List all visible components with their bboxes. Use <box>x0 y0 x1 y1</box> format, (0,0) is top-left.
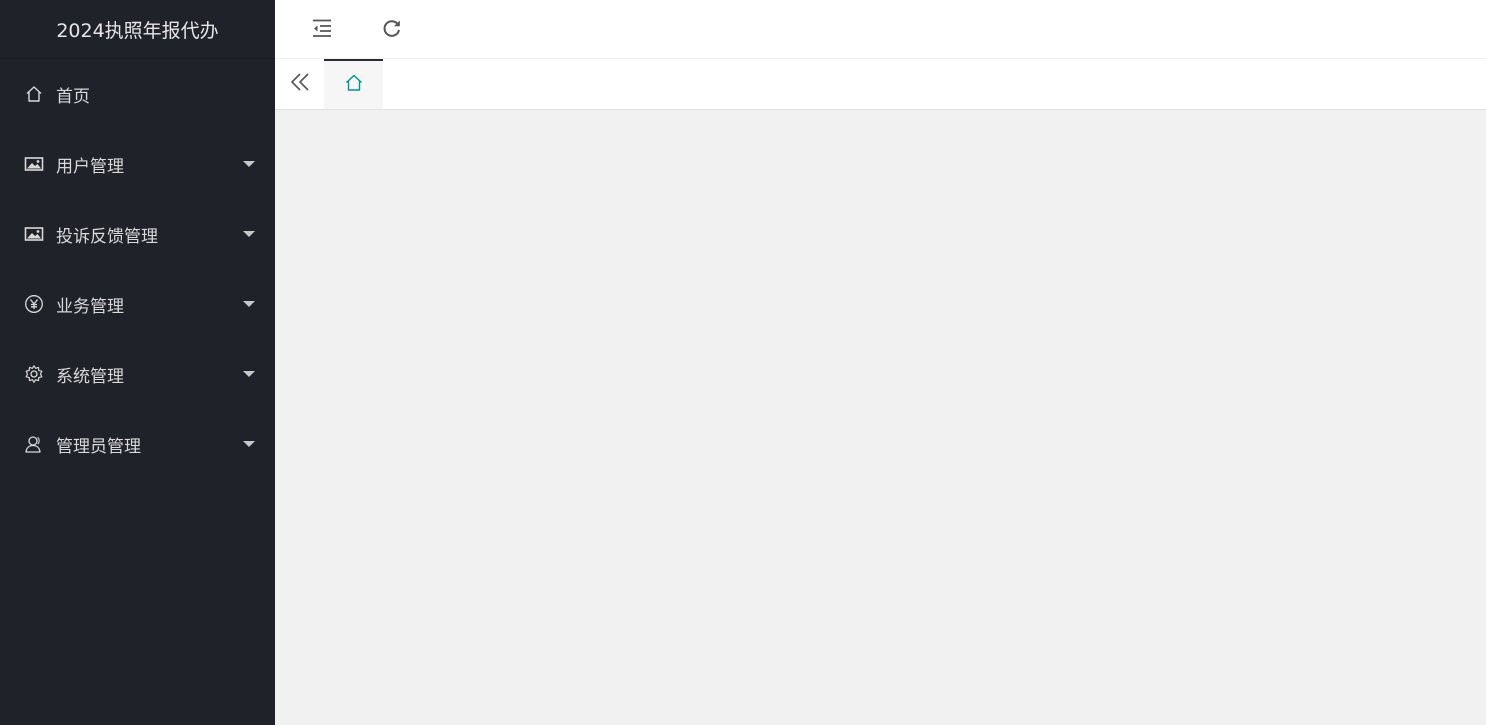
sidebar-item-label: 管理员管理 <box>56 436 141 457</box>
tab-home[interactable] <box>324 59 383 109</box>
sidebar-item-label: 用户管理 <box>56 156 124 177</box>
app-logo-title[interactable]: 2024执照年报代办 <box>0 0 275 59</box>
top-header <box>275 0 1486 59</box>
image-icon <box>24 224 44 244</box>
caret-down-icon <box>243 161 255 167</box>
double-chevron-left-icon <box>289 71 311 97</box>
sidebar-item-complaint-feedback[interactable]: 投诉反馈管理 <box>0 199 275 269</box>
home-icon <box>24 84 44 104</box>
sidebar: 2024执照年报代办 首页 用户管理 投诉反馈管理 业务管理 系统管理 管理员管… <box>0 0 275 725</box>
sidebar-item-user-management[interactable]: 用户管理 <box>0 129 275 199</box>
main-content-area <box>275 110 1486 725</box>
sidebar-item-business-management[interactable]: 业务管理 <box>0 269 275 339</box>
caret-down-icon <box>243 371 255 377</box>
yen-circle-icon <box>24 294 44 314</box>
sidebar-item-admin-management[interactable]: 管理员管理 <box>0 409 275 479</box>
refresh-icon <box>381 17 403 43</box>
gear-icon <box>24 364 44 384</box>
caret-down-icon <box>243 441 255 447</box>
sidebar-item-label: 投诉反馈管理 <box>56 226 158 247</box>
caret-down-icon <box>243 301 255 307</box>
sidebar-item-home[interactable]: 首页 <box>0 59 275 129</box>
sidebar-item-label: 系统管理 <box>56 366 124 387</box>
sidebar-item-label: 业务管理 <box>56 296 124 317</box>
refresh-button[interactable] <box>363 0 421 59</box>
sidebar-item-system-management[interactable]: 系统管理 <box>0 339 275 409</box>
user-icon <box>24 434 44 454</box>
image-icon <box>24 154 44 174</box>
tabs-scroll-left-button[interactable] <box>275 59 324 109</box>
page-tabs-bar <box>275 59 1486 110</box>
caret-down-icon <box>243 231 255 237</box>
fold-menu-button[interactable] <box>293 0 351 59</box>
sidebar-item-label: 首页 <box>56 86 90 107</box>
indent-icon <box>311 17 333 43</box>
side-menu: 首页 用户管理 投诉反馈管理 业务管理 系统管理 管理员管理 <box>0 59 275 479</box>
home-icon <box>344 73 364 97</box>
